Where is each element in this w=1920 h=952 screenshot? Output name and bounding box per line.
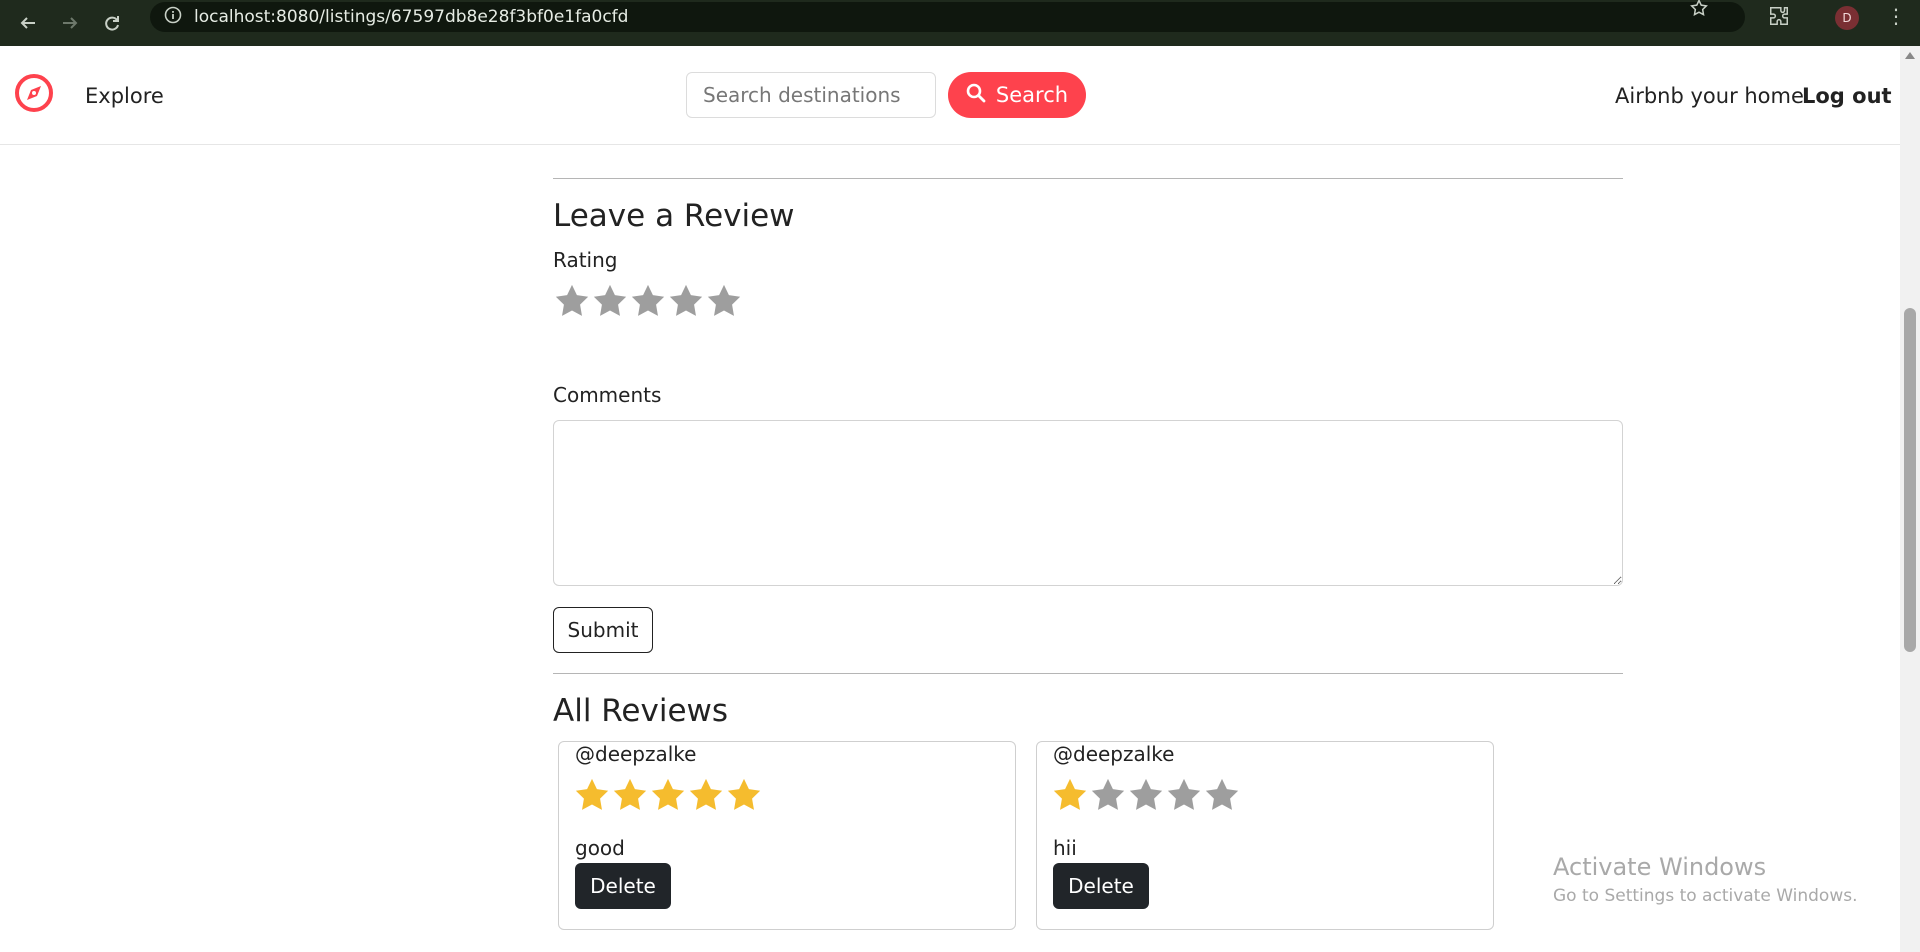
star-filled-icon: [725, 776, 763, 814]
forward-icon[interactable]: [56, 9, 84, 37]
site-navbar: Explore Search Airbnb your home Log out: [0, 46, 1900, 145]
review-star-rating: [573, 776, 763, 814]
reload-icon[interactable]: [98, 9, 126, 37]
activate-windows-title: Activate Windows: [1553, 853, 1767, 881]
address-bar[interactable]: localhost:8080/listings/67597db8e28f3bf0…: [150, 0, 1745, 32]
star-empty-icon: [1165, 776, 1203, 814]
logout-link[interactable]: Log out: [1802, 84, 1892, 108]
star-empty-icon: [1127, 776, 1165, 814]
submit-button[interactable]: Submit: [553, 607, 653, 653]
star-empty-icon: [1203, 776, 1241, 814]
airbnb-your-home-link[interactable]: Airbnb your home: [1615, 84, 1804, 108]
review-star-rating: [1051, 776, 1241, 814]
search-button-label: Search: [995, 83, 1069, 107]
review-comment: good: [575, 836, 625, 860]
extensions-icon[interactable]: [1768, 5, 1790, 31]
url-text: localhost:8080/listings/67597db8e28f3bf0…: [194, 7, 629, 27]
compass-logo-icon[interactable]: [13, 72, 55, 114]
browser-toolbar: localhost:8080/listings/67597db8e28f3bf0…: [0, 0, 1920, 46]
star-empty-icon[interactable]: [629, 282, 667, 320]
star-empty-icon[interactable]: [705, 282, 743, 320]
profile-avatar[interactable]: D: [1835, 6, 1859, 30]
activate-windows-subtitle: Go to Settings to activate Windows.: [1553, 886, 1858, 906]
page-scrollbar[interactable]: [1900, 46, 1920, 952]
divider: [553, 178, 1623, 179]
comments-textarea[interactable]: [553, 420, 1623, 586]
divider: [553, 673, 1623, 674]
review-author: @deepzalke: [575, 742, 697, 766]
review-comment: hii: [1053, 836, 1077, 860]
bookmark-star-icon[interactable]: [1689, 0, 1727, 36]
rating-star-input[interactable]: [553, 282, 743, 320]
star-filled-icon: [573, 776, 611, 814]
delete-review-button[interactable]: Delete: [575, 863, 671, 909]
comments-label: Comments: [553, 383, 662, 407]
explore-link[interactable]: Explore: [85, 84, 164, 108]
review-author: @deepzalke: [1053, 742, 1175, 766]
star-filled-icon: [687, 776, 725, 814]
star-filled-icon: [611, 776, 649, 814]
search-input[interactable]: [686, 72, 936, 118]
star-empty-icon[interactable]: [667, 282, 705, 320]
scroll-up-arrow[interactable]: [1905, 52, 1915, 59]
review-card: @deepzalke hii Delete: [1036, 741, 1494, 930]
site-info-icon[interactable]: [164, 6, 182, 28]
star-empty-icon: [1089, 776, 1127, 814]
delete-review-button[interactable]: Delete: [1053, 863, 1149, 909]
search-button[interactable]: Search: [948, 72, 1086, 118]
star-filled-icon: [1051, 776, 1089, 814]
all-reviews-heading: All Reviews: [553, 693, 729, 729]
back-icon[interactable]: [14, 9, 42, 37]
scroll-thumb[interactable]: [1904, 308, 1916, 652]
rating-label: Rating: [553, 248, 618, 272]
star-empty-icon[interactable]: [553, 282, 591, 320]
star-filled-icon: [649, 776, 687, 814]
review-card: @deepzalke good Delete: [558, 741, 1016, 930]
leave-review-heading: Leave a Review: [553, 198, 795, 234]
star-empty-icon[interactable]: [591, 282, 629, 320]
more-menu-icon[interactable]: ⋮: [1886, 4, 1906, 28]
search-icon: [966, 83, 986, 108]
